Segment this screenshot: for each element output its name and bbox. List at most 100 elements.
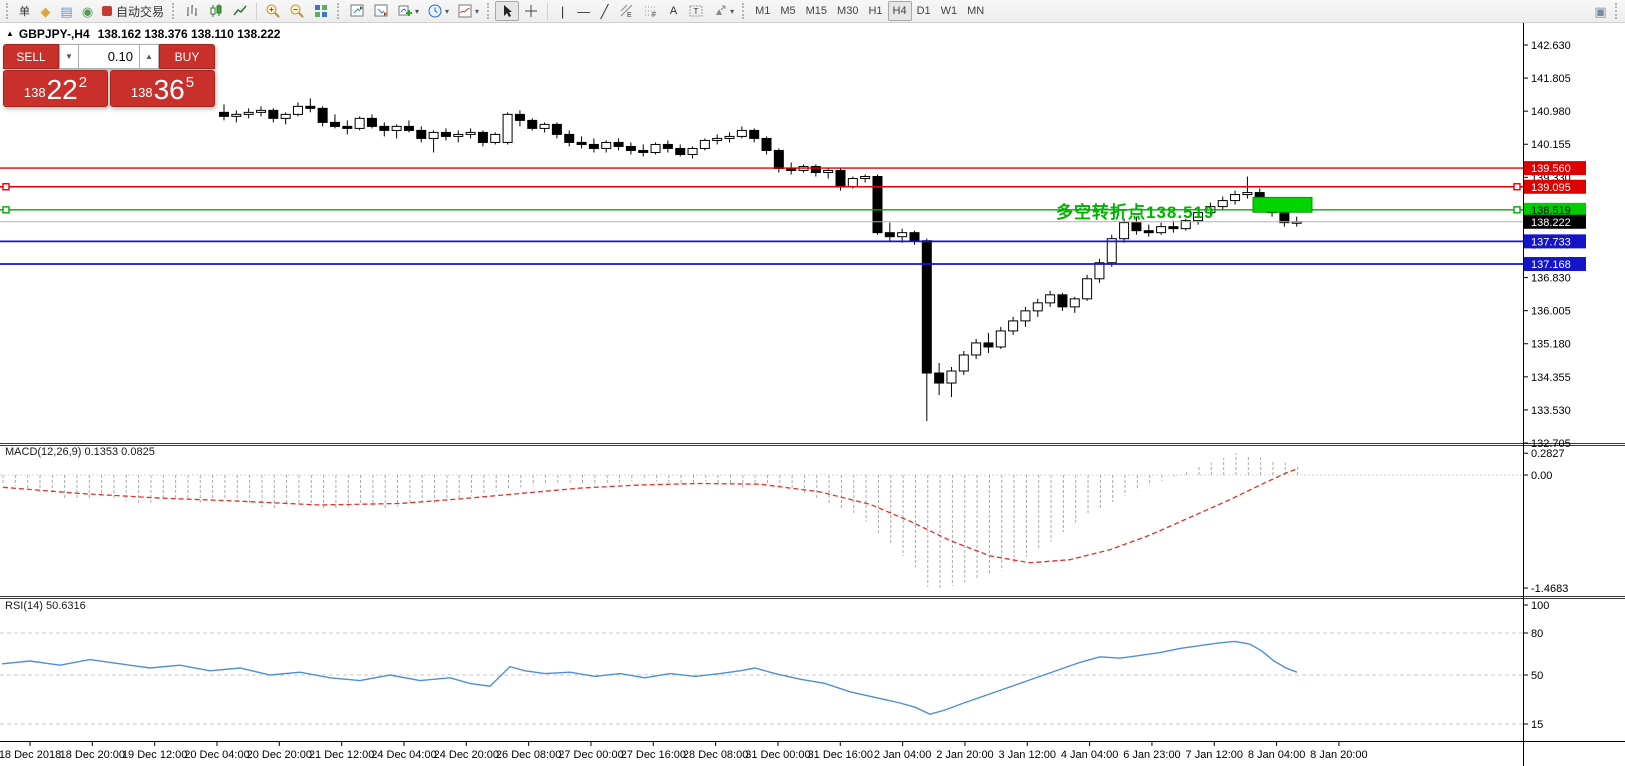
svg-text:139.095: 139.095 xyxy=(1531,182,1571,194)
buy-button[interactable]: BUY xyxy=(159,44,215,69)
one-click-trading-panel: SELL ▼ ▲ BUY 138 22 2 138 36 5 xyxy=(3,44,215,107)
add-chart-button[interactable]: ▾ xyxy=(393,1,423,21)
timeframe-M30[interactable]: M30 xyxy=(832,1,863,21)
timeframe-M5[interactable]: M5 xyxy=(775,1,800,21)
line-selection-marker xyxy=(3,184,9,190)
lot-size-input[interactable] xyxy=(79,44,139,69)
line-selection-marker xyxy=(3,207,9,213)
fibo-expansion-button[interactable]: F xyxy=(639,1,663,21)
svg-text:18 Dec 20:00: 18 Dec 20:00 xyxy=(60,749,125,761)
sell-price-big: 22 xyxy=(47,76,78,104)
svg-text:8 Jan 20:00: 8 Jan 20:00 xyxy=(1310,749,1368,761)
chart-profiles-icon[interactable]: ▤ xyxy=(56,1,77,21)
svg-text:24 Dec 20:00: 24 Dec 20:00 xyxy=(434,749,499,761)
chevron-down-icon: ▾ xyxy=(415,7,419,16)
svg-text:28 Dec 08:00: 28 Dec 08:00 xyxy=(683,749,748,761)
buy-price-sup: 5 xyxy=(186,74,194,91)
cursor-button[interactable] xyxy=(495,1,519,21)
text-label-button[interactable]: T xyxy=(684,1,708,21)
buy-price-box[interactable]: 138 36 5 xyxy=(110,70,215,107)
timeframe-H1[interactable]: H1 xyxy=(863,1,887,21)
svg-text:137.168: 137.168 xyxy=(1531,259,1571,271)
vertical-line-button[interactable]: | xyxy=(552,1,573,21)
sell-price-box[interactable]: 138 22 2 xyxy=(3,70,108,107)
collapse-panel-icon[interactable]: ▲ xyxy=(6,29,14,38)
macd-histogram xyxy=(3,453,1298,588)
arrows-button[interactable]: ▾ xyxy=(708,1,738,21)
indicator-list-button[interactable] xyxy=(369,1,393,21)
svg-text:2 Jan 04:00: 2 Jan 04:00 xyxy=(874,749,932,761)
toolbar-grip[interactable] xyxy=(742,3,746,19)
timeframe-M1[interactable]: M1 xyxy=(750,1,775,21)
svg-text:7 Jan 12:00: 7 Jan 12:00 xyxy=(1186,749,1244,761)
line-selection-marker xyxy=(1514,207,1520,213)
svg-text:80: 80 xyxy=(1531,628,1543,640)
lot-decrease-button[interactable]: ▼ xyxy=(59,44,79,69)
autotrading-button[interactable]: 自动交易 xyxy=(98,1,168,21)
fibonacci-button[interactable]: E xyxy=(615,1,639,21)
svg-text:135.180: 135.180 xyxy=(1531,339,1571,351)
svg-text:0.2827: 0.2827 xyxy=(1531,448,1565,460)
svg-text:27 Dec 16:00: 27 Dec 16:00 xyxy=(621,749,686,761)
tile-windows-button[interactable] xyxy=(309,1,333,21)
time-axis[interactable]: 18 Dec 201818 Dec 20:0019 Dec 12:0020 De… xyxy=(0,741,1368,761)
timeframe-M15[interactable]: M15 xyxy=(801,1,832,21)
svg-text:138.222: 138.222 xyxy=(1531,217,1571,229)
timeframe-D1[interactable]: D1 xyxy=(912,1,936,21)
zoom-out-button[interactable] xyxy=(285,1,309,21)
svg-text:100: 100 xyxy=(1531,600,1549,612)
svg-text:137.733: 137.733 xyxy=(1531,236,1571,248)
toolbar-grip[interactable] xyxy=(487,3,491,19)
chevron-down-icon: ▾ xyxy=(445,7,449,16)
toolbar-grip[interactable] xyxy=(337,3,341,19)
toolbar-separator xyxy=(547,3,548,20)
text-button[interactable]: A xyxy=(663,1,684,21)
bar-chart-button[interactable] xyxy=(180,1,204,21)
crosshair-button[interactable] xyxy=(519,1,543,21)
new-order-icon[interactable]: ◆ xyxy=(35,1,56,21)
autotrading-icon xyxy=(102,6,112,16)
svg-text:50: 50 xyxy=(1531,670,1543,682)
timeframe-H4[interactable]: H4 xyxy=(888,1,912,21)
horizontal-line-objects[interactable] xyxy=(0,168,1523,264)
svg-text:140.155: 140.155 xyxy=(1531,139,1571,151)
timeframe-W1[interactable]: W1 xyxy=(936,1,963,21)
svg-text:31 Dec 16:00: 31 Dec 16:00 xyxy=(808,749,873,761)
trendline-button[interactable]: ╱ xyxy=(594,1,615,21)
buy-price-prefix: 138 xyxy=(131,85,153,104)
chevron-down-icon: ▾ xyxy=(475,7,479,16)
templates-button[interactable]: ▾ xyxy=(453,1,483,21)
svg-text:F: F xyxy=(652,12,656,19)
rsi-line xyxy=(2,641,1297,714)
rsi-indicator-label: RSI(14) 50.6316 xyxy=(5,600,86,612)
svg-text:6 Jan 23:00: 6 Jan 23:00 xyxy=(1123,749,1181,761)
horizontal-line-button[interactable]: — xyxy=(573,1,594,21)
new-order-button[interactable]: 单 xyxy=(14,1,35,21)
svg-text:133.530: 133.530 xyxy=(1531,405,1571,417)
chart-annotation-text: 多空转折点138.519 xyxy=(1056,198,1214,223)
lot-increase-button[interactable]: ▲ xyxy=(139,44,159,69)
toolbar-grip[interactable] xyxy=(6,3,10,19)
zoom-in-button[interactable] xyxy=(261,1,285,21)
line-chart-button[interactable] xyxy=(228,1,252,21)
svg-text:19 Dec 12:00: 19 Dec 12:00 xyxy=(122,749,187,761)
timeframe-MN[interactable]: MN xyxy=(962,1,989,21)
toolbar-grip[interactable] xyxy=(172,3,176,19)
svg-text:21 Dec 12:00: 21 Dec 12:00 xyxy=(309,749,374,761)
macd-indicator-label: MACD(12,26,9) 0.1353 0.0825 xyxy=(5,446,155,458)
svg-text:3 Jan 12:00: 3 Jan 12:00 xyxy=(999,749,1057,761)
svg-text:T: T xyxy=(694,7,699,16)
toolbar-overflow-icon[interactable]: ▣ xyxy=(1590,1,1611,21)
rsi-pane: 100805015 xyxy=(0,600,1549,731)
toolbar-grip[interactable] xyxy=(1615,3,1619,19)
sell-button[interactable]: SELL xyxy=(3,44,59,69)
svg-text:8 Jan 04:00: 8 Jan 04:00 xyxy=(1248,749,1306,761)
chart-canvas[interactable]: 142.630141.805140.980140.155139.330137.6… xyxy=(0,0,1625,766)
periods-button[interactable]: ▾ xyxy=(423,1,453,21)
candlestick-chart-button[interactable] xyxy=(204,1,228,21)
svg-text:136.830: 136.830 xyxy=(1531,273,1571,285)
toolbar-separator xyxy=(256,3,257,20)
indicators-button[interactable] xyxy=(345,1,369,21)
navigator-icon[interactable]: ◉ xyxy=(77,1,98,21)
highlight-rectangle[interactable] xyxy=(1253,197,1312,212)
